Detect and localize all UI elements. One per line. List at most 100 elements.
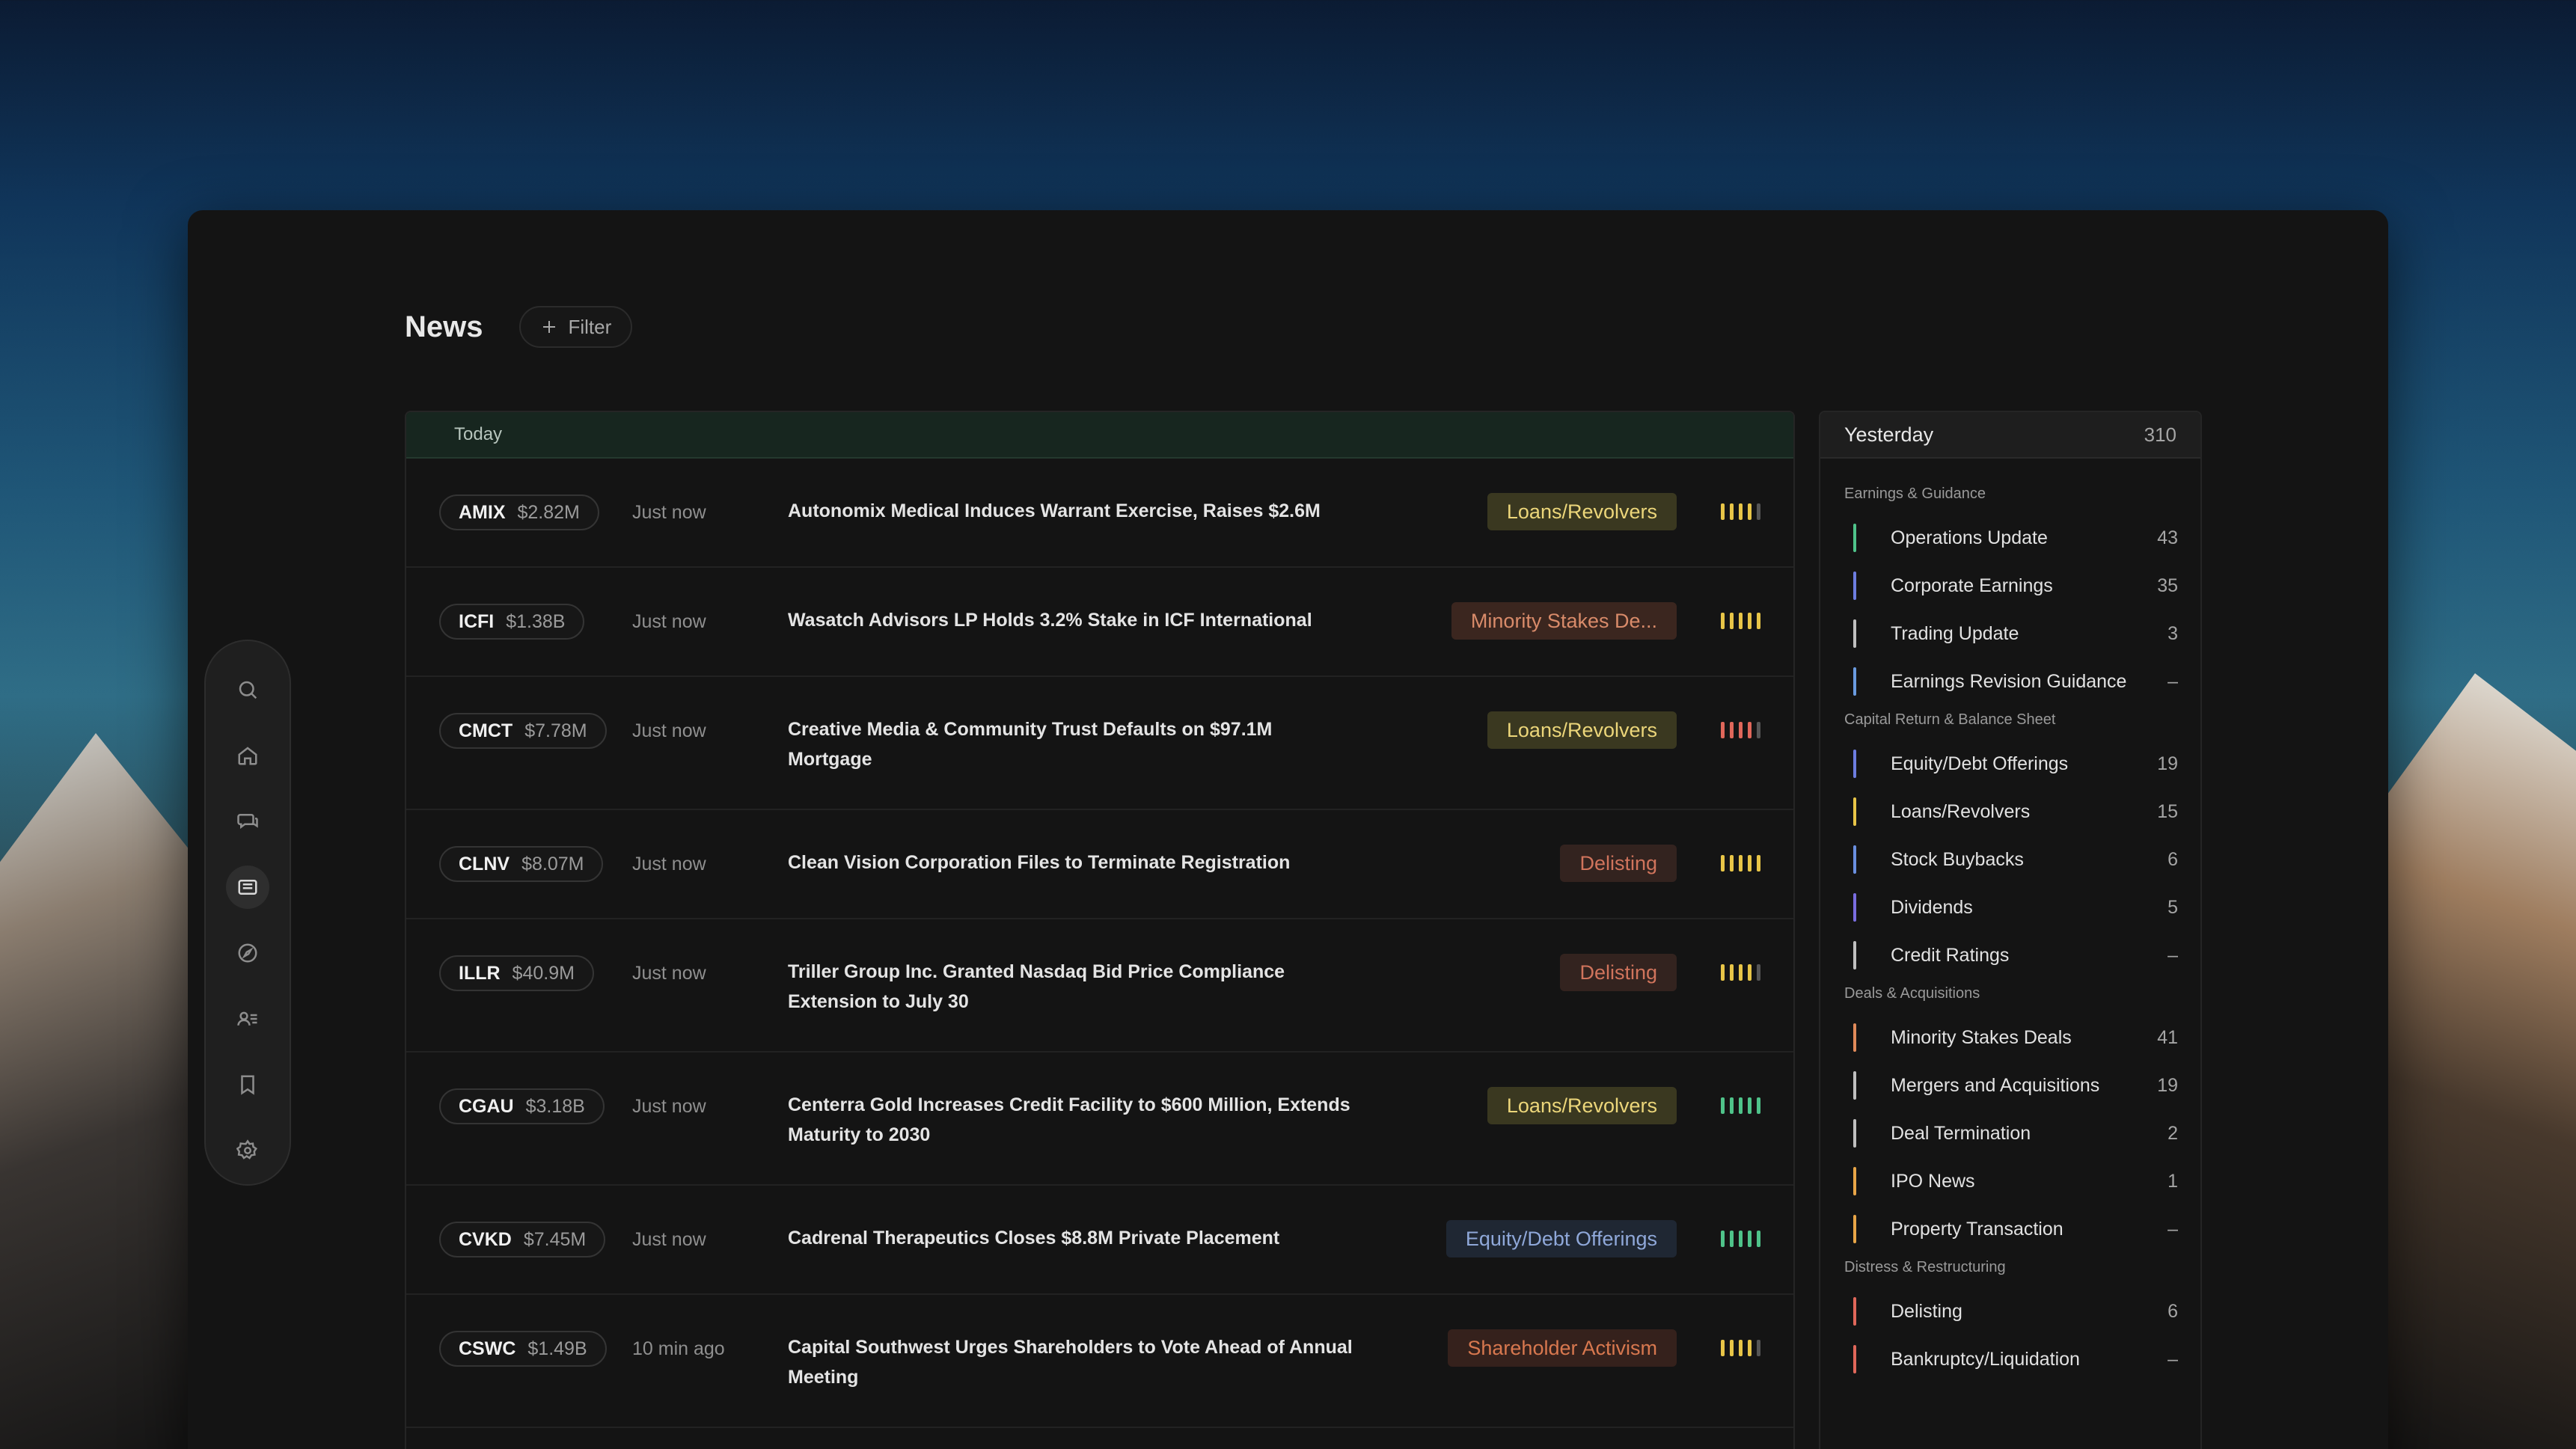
ticker-symbol: CMCT xyxy=(459,720,513,741)
chat-icon[interactable] xyxy=(226,800,269,843)
category-item[interactable]: Credit Ratings – xyxy=(1853,931,2200,979)
news-row[interactable]: ICFI $1.38B Just now Wasatch Advisors LP… xyxy=(406,568,1793,677)
category-panel-header[interactable]: Yesterday 310 xyxy=(1820,412,2200,459)
category-tag[interactable]: Shareholder Activism xyxy=(1448,1329,1677,1367)
news-row[interactable]: CVKD $7.45M Just now Cadrenal Therapeuti… xyxy=(406,1186,1793,1295)
category-item[interactable]: Property Transaction – xyxy=(1853,1205,2200,1253)
category-count: 19 xyxy=(2157,1074,2178,1096)
app-window: News Filter Today AMIX $2.82M Just now A… xyxy=(188,210,2388,1449)
ticker-pill[interactable]: CGAU $3.18B xyxy=(439,1088,605,1124)
compass-icon[interactable] xyxy=(226,931,269,975)
category-tag[interactable]: Loans/Revolvers xyxy=(1487,1087,1677,1124)
filter-button[interactable]: Filter xyxy=(518,306,633,348)
news-row[interactable]: CLNV $8.07M Just now Clean Vision Corpor… xyxy=(406,810,1793,919)
news-row[interactable]: AMIX $2.82M Just now Autonomix Medical I… xyxy=(406,459,1793,568)
ticker-symbol: CGAU xyxy=(459,1095,514,1117)
sentiment-bars xyxy=(1721,855,1760,871)
category-label: Earnings Revision Guidance xyxy=(1891,670,2127,692)
category-label: Dividends xyxy=(1891,896,1973,918)
category-item[interactable]: Delisting 6 xyxy=(1853,1287,2200,1335)
category-count: 1 xyxy=(2167,1170,2178,1192)
category-item[interactable]: Operations Update 43 xyxy=(1853,514,2200,562)
news-group-header: Today xyxy=(406,412,1793,459)
category-item[interactable]: Deal Termination 2 xyxy=(1853,1109,2200,1157)
category-item[interactable]: Dividends 5 xyxy=(1853,883,2200,931)
category-label: Corporate Earnings xyxy=(1891,575,2053,596)
ticker-pill[interactable]: CVKD $7.45M xyxy=(439,1222,606,1257)
ticker-symbol: ILLR xyxy=(459,962,501,984)
ticker-pill[interactable]: AMIX $2.82M xyxy=(439,494,599,530)
category-item[interactable]: Minority Stakes Deals 41 xyxy=(1853,1014,2200,1062)
news-headline[interactable]: Clean Vision Corporation Files to Termin… xyxy=(788,848,1356,877)
category-label: IPO News xyxy=(1891,1170,1975,1192)
market-cap: $1.49B xyxy=(527,1338,587,1359)
category-item[interactable]: Earnings Revision Guidance – xyxy=(1853,658,2200,705)
category-count: 19 xyxy=(2157,753,2178,774)
news-headline[interactable]: Centerra Gold Increases Credit Facility … xyxy=(788,1090,1356,1150)
category-item[interactable]: Mergers and Acquisitions 19 xyxy=(1853,1062,2200,1109)
sentiment-bars xyxy=(1721,1340,1760,1356)
category-item[interactable]: Loans/Revolvers 15 xyxy=(1853,788,2200,836)
news-headline[interactable]: Cadrenal Therapeutics Closes $8.8M Priva… xyxy=(788,1223,1356,1253)
market-cap: $40.9M xyxy=(512,962,575,984)
page-title: News xyxy=(405,310,483,343)
category-item[interactable]: IPO News 1 xyxy=(1853,1157,2200,1205)
category-tag[interactable]: Delisting xyxy=(1560,954,1677,991)
ticker-pill[interactable]: ICFI $1.38B xyxy=(439,604,585,640)
category-count: – xyxy=(2167,944,2178,966)
market-cap: $1.38B xyxy=(506,610,566,632)
category-tag[interactable]: Minority Stakes De... xyxy=(1451,602,1677,640)
news-time: Just now xyxy=(632,1096,706,1117)
news-row[interactable]: ILLR $40.9M Just now Triller Group Inc. … xyxy=(406,919,1793,1053)
ticker-pill[interactable]: CLNV $8.07M xyxy=(439,846,604,882)
search-icon[interactable] xyxy=(226,668,269,711)
section-label: Distress & Restructuring xyxy=(1844,1259,2006,1275)
news-row[interactable]: CMCT $7.78M Just now Creative Media & Co… xyxy=(406,677,1793,810)
news-row[interactable]: CSWC $1.49B 10 min ago Capital Southwest… xyxy=(406,1295,1793,1428)
news-headline[interactable]: Triller Group Inc. Granted Nasdaq Bid Pr… xyxy=(788,957,1356,1017)
filter-label: Filter xyxy=(568,315,612,338)
category-item[interactable]: Corporate Earnings 35 xyxy=(1853,562,2200,610)
category-label: Delisting xyxy=(1891,1300,1962,1322)
category-tag[interactable]: Equity/Debt Offerings xyxy=(1445,1220,1677,1257)
news-icon[interactable] xyxy=(226,866,269,909)
news-headline[interactable]: Wasatch Advisors LP Holds 3.2% Stake in … xyxy=(788,605,1356,635)
ticker-symbol: AMIX xyxy=(459,501,506,523)
ticker-symbol: CVKD xyxy=(459,1228,512,1250)
category-item[interactable]: Equity/Debt Offerings 19 xyxy=(1853,740,2200,788)
category-panel-count: 310 xyxy=(2144,423,2176,446)
category-count: 2 xyxy=(2167,1122,2178,1144)
contacts-icon[interactable] xyxy=(226,997,269,1041)
category-panel-title: Yesterday xyxy=(1844,423,1934,446)
sentiment-bars xyxy=(1721,1231,1760,1247)
category-label: Loans/Revolvers xyxy=(1891,800,2031,822)
category-item[interactable]: Stock Buybacks 6 xyxy=(1853,836,2200,883)
category-item[interactable]: Bankruptcy/Liquidation – xyxy=(1853,1335,2200,1383)
settings-icon[interactable] xyxy=(226,1129,269,1172)
news-headline[interactable]: Capital Southwest Urges Shareholders to … xyxy=(788,1332,1356,1392)
ticker-pill[interactable]: CMCT $7.78M xyxy=(439,713,607,749)
category-tag[interactable]: Loans/Revolvers xyxy=(1487,493,1677,530)
sentiment-bars xyxy=(1721,613,1760,629)
category-count: 5 xyxy=(2167,896,2178,918)
category-label: Operations Update xyxy=(1891,527,2048,548)
category-count: 3 xyxy=(2167,622,2178,644)
home-icon[interactable] xyxy=(226,734,269,777)
ticker-pill[interactable]: ILLR $40.9M xyxy=(439,955,594,991)
ticker-symbol: CLNV xyxy=(459,853,510,874)
ticker-pill[interactable]: CSWC $1.49B xyxy=(439,1331,607,1367)
category-label: Minority Stakes Deals xyxy=(1891,1026,2072,1048)
news-panel: Today AMIX $2.82M Just now Autonomix Med… xyxy=(405,411,1795,1449)
news-headline[interactable]: Creative Media & Community Trust Default… xyxy=(788,714,1356,774)
news-time: Just now xyxy=(632,854,706,874)
category-tag[interactable]: Delisting xyxy=(1560,845,1677,882)
category-item[interactable]: Trading Update 3 xyxy=(1853,610,2200,658)
bookmark-icon[interactable] xyxy=(226,1063,269,1106)
news-time: Just now xyxy=(632,963,706,984)
category-count: – xyxy=(2167,1348,2178,1370)
market-cap: $8.07M xyxy=(521,853,584,874)
category-label: Deal Termination xyxy=(1891,1122,2031,1144)
news-row[interactable]: CGAU $3.18B Just now Centerra Gold Incre… xyxy=(406,1053,1793,1186)
news-headline[interactable]: Autonomix Medical Induces Warrant Exerci… xyxy=(788,496,1356,526)
category-tag[interactable]: Loans/Revolvers xyxy=(1487,711,1677,749)
